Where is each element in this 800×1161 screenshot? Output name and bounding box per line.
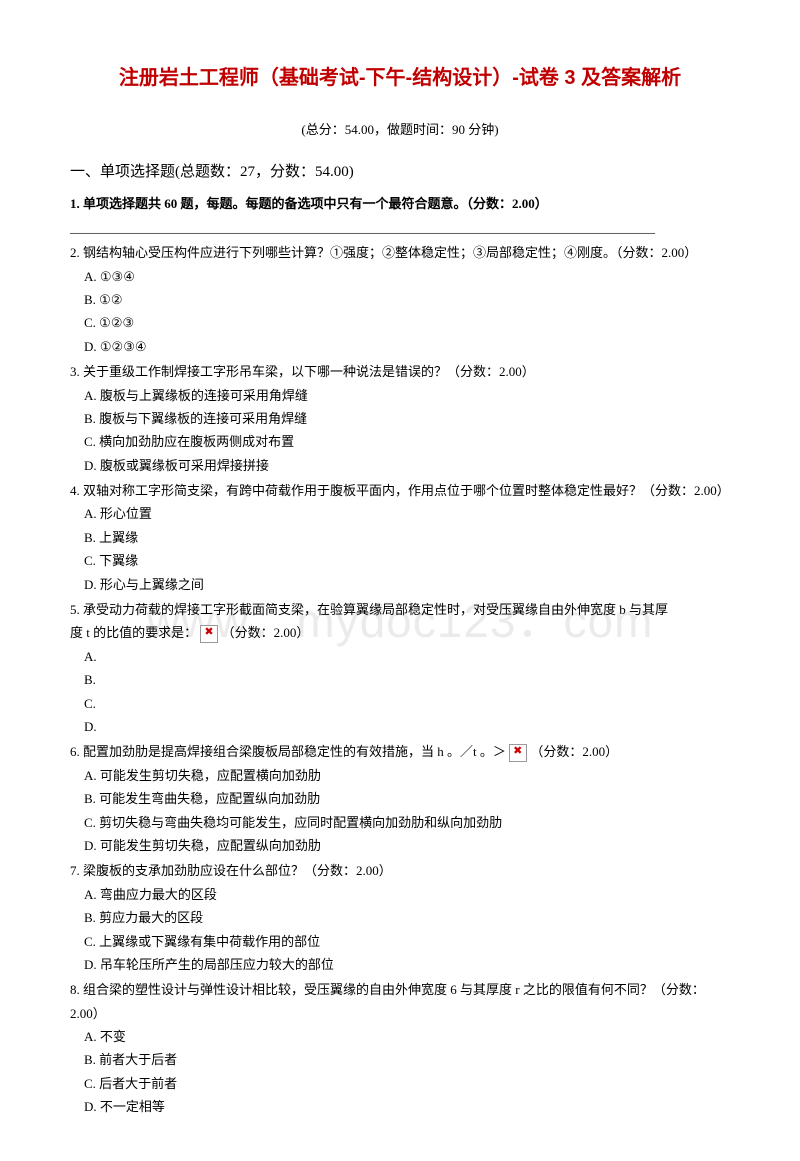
q1-blank-line: ________________________________________… [70, 216, 730, 239]
question-3: 3. 关于重级工作制焊接工字形吊车梁，以下哪一种说法是错误的？（分数：2.00）… [70, 360, 730, 477]
q3-stem: 3. 关于重级工作制焊接工字形吊车梁，以下哪一种说法是错误的？（分数：2.00） [70, 360, 730, 383]
document-content: 注册岩土工程师（基础考试-下午-结构设计）-试卷 3 及答案解析 (总分：54.… [70, 60, 730, 1119]
q2-opt-a: A. ①③④ [70, 265, 730, 288]
q8-opt-a: A. 不变 [70, 1025, 730, 1048]
q5-opt-d: D. [70, 715, 730, 738]
q8-opt-c: C. 后者大于前者 [70, 1072, 730, 1095]
q7-stem: 7. 梁腹板的支承加劲肋应设在什么部位？（分数：2.00） [70, 859, 730, 882]
q7-opt-b: B. 剪应力最大的区段 [70, 906, 730, 929]
q6-stem-post: （分数：2.00） [530, 744, 618, 759]
section-heading: 一、单项选择题(总题数：27，分数：54.00) [70, 159, 730, 186]
question-8: 8. 组合梁的塑性设计与弹性设计相比较，受压翼缘的自由外伸宽度 6 与其厚度 r… [70, 978, 730, 1118]
q8-stem: 8. 组合梁的塑性设计与弹性设计相比较，受压翼缘的自由外伸宽度 6 与其厚度 r… [70, 978, 730, 1025]
q3-opt-d: D. 腹板或翼缘板可采用焊接拼接 [70, 454, 730, 477]
q6-opt-a: A. 可能发生剪切失稳，应配置横向加劲肋 [70, 764, 730, 787]
q3-opt-c: C. 横向加劲肋应在腹板两侧成对布置 [70, 430, 730, 453]
q6-stem: 6. 配置加劲肋是提高焊接组合梁腹板局部稳定性的有效措施，当 h 。／t 。＞ … [70, 740, 730, 763]
question-6: 6. 配置加劲肋是提高焊接组合梁腹板局部稳定性的有效措施，当 h 。／t 。＞ … [70, 740, 730, 857]
broken-image-icon [200, 625, 218, 643]
question-2: 2. 钢结构轴心受压构件应进行下列哪些计算？①强度；②整体稳定性；③局部稳定性；… [70, 241, 730, 358]
q1-stem: 1. 单项选择题共 60 题，每题。每题的备选项中只有一个最符合题意。（分数：2… [70, 192, 730, 215]
question-7: 7. 梁腹板的支承加劲肋应设在什么部位？（分数：2.00） A. 弯曲应力最大的… [70, 859, 730, 976]
q6-stem-pre: 6. 配置加劲肋是提高焊接组合梁腹板局部稳定性的有效措施，当 h 。／t 。＞ [70, 744, 506, 759]
q5-stem-post: （分数：2.00） [222, 625, 310, 640]
q5-opt-b: B. [70, 668, 730, 691]
q5-stem-line2: 度 t 的比值的要求是： （分数：2.00） [70, 621, 730, 644]
q2-stem: 2. 钢结构轴心受压构件应进行下列哪些计算？①强度；②整体稳定性；③局部稳定性；… [70, 241, 730, 264]
q4-opt-c: C. 下翼缘 [70, 549, 730, 572]
q5-opt-c: C. [70, 692, 730, 715]
q7-opt-c: C. 上翼缘或下翼缘有集中荷载作用的部位 [70, 930, 730, 953]
doc-title: 注册岩土工程师（基础考试-下午-结构设计）-试卷 3 及答案解析 [70, 60, 730, 96]
q2-opt-d: D. ①②③④ [70, 335, 730, 358]
q7-opt-d: D. 吊车轮压所产生的局部压应力较大的部位 [70, 953, 730, 976]
q3-opt-a: A. 腹板与上翼缘板的连接可采用角焊缝 [70, 384, 730, 407]
q5-opt-a: A. [70, 645, 730, 668]
q3-opt-b: B. 腹板与下翼缘板的连接可采用角焊缝 [70, 407, 730, 430]
question-1: 1. 单项选择题共 60 题，每题。每题的备选项中只有一个最符合题意。（分数：2… [70, 192, 730, 239]
doc-meta: (总分：54.00，做题时间：90 分钟) [70, 118, 730, 141]
q2-opt-c: C. ①②③ [70, 311, 730, 334]
q8-opt-d: D. 不一定相等 [70, 1095, 730, 1118]
q4-opt-d: D. 形心与上翼缘之间 [70, 573, 730, 596]
q4-stem: 4. 双轴对称工字形简支梁，有跨中荷载作用于腹板平面内，作用点位于哪个位置时整体… [70, 479, 730, 502]
q2-opt-b: B. ①② [70, 288, 730, 311]
q8-opt-b: B. 前者大于后者 [70, 1048, 730, 1071]
q5-stem-mid: 度 t 的比值的要求是： [70, 625, 197, 640]
q4-opt-b: B. 上翼缘 [70, 526, 730, 549]
q5-stem-line1: 5. 承受动力荷载的焊接工字形截面简支梁，在验算翼缘局部稳定性时，对受压翼缘自由… [70, 598, 730, 621]
question-4: 4. 双轴对称工字形简支梁，有跨中荷载作用于腹板平面内，作用点位于哪个位置时整体… [70, 479, 730, 596]
q7-opt-a: A. 弯曲应力最大的区段 [70, 883, 730, 906]
q6-opt-b: B. 可能发生弯曲失稳，应配置纵向加劲肋 [70, 787, 730, 810]
question-5: 5. 承受动力荷载的焊接工字形截面简支梁，在验算翼缘局部稳定性时，对受压翼缘自由… [70, 598, 730, 738]
q6-opt-d: D. 可能发生剪切失稳，应配置纵向加劲肋 [70, 834, 730, 857]
q6-opt-c: C. 剪切失稳与弯曲失稳均可能发生，应同时配置横向加劲肋和纵向加劲肋 [70, 811, 730, 834]
broken-image-icon [509, 744, 527, 762]
q4-opt-a: A. 形心位置 [70, 502, 730, 525]
